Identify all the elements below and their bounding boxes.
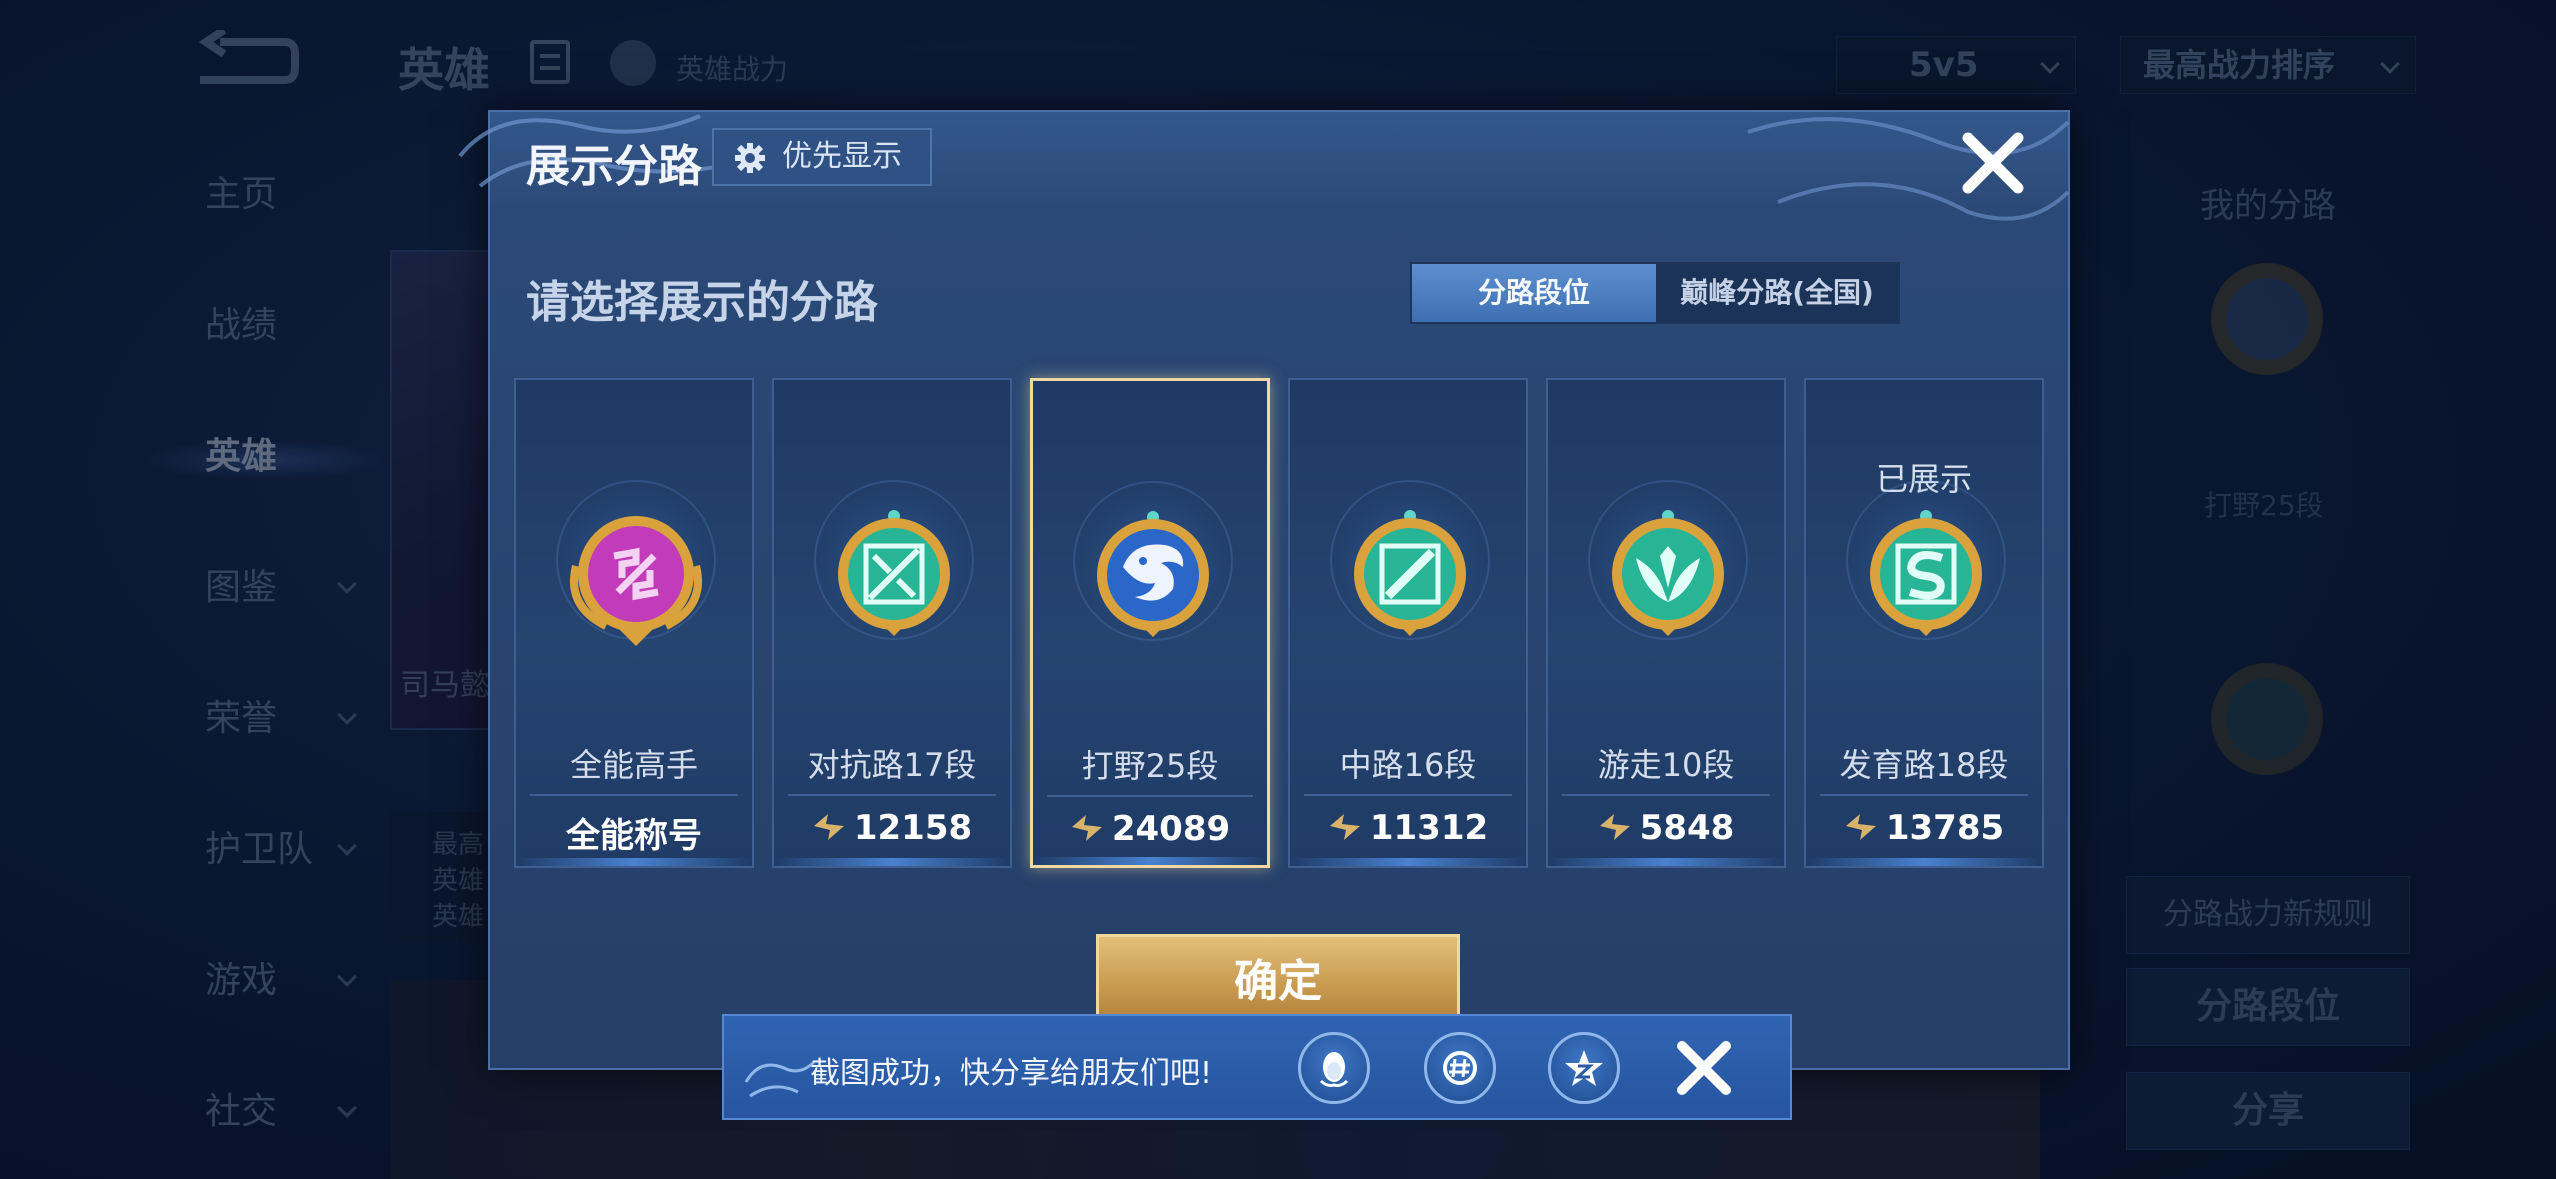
wechat-moments-glyph (1443, 1051, 1477, 1085)
lane-card-all-round[interactable]: 全能高手 全能称号 (514, 378, 754, 868)
tab-lane-rank[interactable]: 分路段位 (1412, 264, 1656, 322)
lane-power-value: 全能称号 (516, 808, 752, 857)
close-icon[interactable] (1958, 128, 2028, 198)
farm-lane-emblem-icon (1870, 510, 1982, 636)
lane-name: 中路16段 (1339, 746, 1477, 784)
lane-power-text: 11312 (1369, 808, 1489, 848)
lane-card-roam[interactable]: 游走10段 5848 (1546, 378, 1786, 868)
combat-power-icon (1329, 814, 1360, 840)
roam-wings-emblem-icon (1612, 510, 1724, 636)
qq-penguin-icon[interactable] (1298, 1032, 1370, 1104)
lane-name: 全能高手 (569, 746, 698, 784)
screenshot-share-toast: 截图成功，快分享给朋友们吧! (722, 1014, 1792, 1120)
combat-power-icon (1599, 814, 1630, 840)
divider (1820, 794, 2028, 796)
lane-power-text: 全能称号 (566, 816, 702, 856)
tab-peak-lane[interactable]: 巅峰分路(全国) (1656, 264, 1898, 322)
lane-power-text: 12158 (853, 808, 973, 848)
dialog-title: 展示分路 (526, 141, 702, 192)
lane-power-value: 12158 (774, 808, 1010, 848)
divider (1304, 794, 1512, 796)
divider (1047, 795, 1253, 797)
clash-lane-emblem-icon (838, 510, 950, 636)
lane-name: 对抗路17段 (807, 746, 977, 784)
combat-power-icon (1845, 814, 1876, 840)
dialog-prompt: 请选择展示的分路 (526, 277, 878, 328)
jungle-dragon-emblem-icon (1097, 511, 1209, 637)
lane-display-dialog: 展示分路 优先显示 请选择展示的分路 分路段位 巅峰分路(全国) 全能高手 全能… (458, 110, 2070, 1070)
lane-power-text: 24089 (1111, 809, 1231, 849)
lane-power-text: 13785 (1885, 808, 2005, 848)
toast-message: 截图成功，快分享给朋友们吧! (810, 1056, 1213, 1091)
lane-card-list: 全能高手 全能称号 对抗路17段 12158 打野25段 24089 中路16段… (514, 378, 2054, 878)
divider (1562, 794, 1770, 796)
lane-power-value: 5848 (1548, 808, 1784, 848)
all-round-emblem-icon (570, 516, 702, 646)
lane-power-value: 13785 (1806, 808, 2042, 848)
priority-display-label: 优先显示 (782, 139, 902, 174)
wechat-moments-icon[interactable] (1424, 1032, 1496, 1104)
lane-name: 游走10段 (1597, 746, 1735, 784)
lane-card-jungle[interactable]: 打野25段 24089 (1030, 378, 1270, 868)
mid-lane-emblem-icon (1354, 510, 1466, 636)
divider (530, 794, 738, 796)
gear-icon (735, 143, 765, 173)
lane-tabs: 分路段位 巅峰分路(全国) (1410, 262, 1900, 324)
qq-penguin-glyph (1319, 1052, 1349, 1087)
lane-card-farm[interactable]: 已展示 发育路18段 13785 (1804, 378, 2044, 868)
qzone-star-icon[interactable] (1548, 1032, 1620, 1104)
close-icon[interactable] (1674, 1038, 1734, 1098)
lane-power-value: 11312 (1290, 808, 1526, 848)
divider (788, 794, 996, 796)
lane-card-clash[interactable]: 对抗路17段 12158 (772, 378, 1012, 868)
lane-power-value: 24089 (1033, 809, 1267, 849)
combat-power-icon (1071, 815, 1102, 841)
lane-name: 打野25段 (1081, 747, 1219, 785)
priority-display-button[interactable]: 优先显示 (712, 128, 932, 186)
lane-power-text: 5848 (1639, 808, 1735, 848)
combat-power-icon (813, 814, 844, 840)
qzone-star-glyph (1565, 1050, 1603, 1086)
cloud-swirl-ornament (744, 1060, 816, 1098)
lane-name: 发育路18段 (1839, 746, 2009, 784)
lane-card-mid[interactable]: 中路16段 11312 (1288, 378, 1528, 868)
